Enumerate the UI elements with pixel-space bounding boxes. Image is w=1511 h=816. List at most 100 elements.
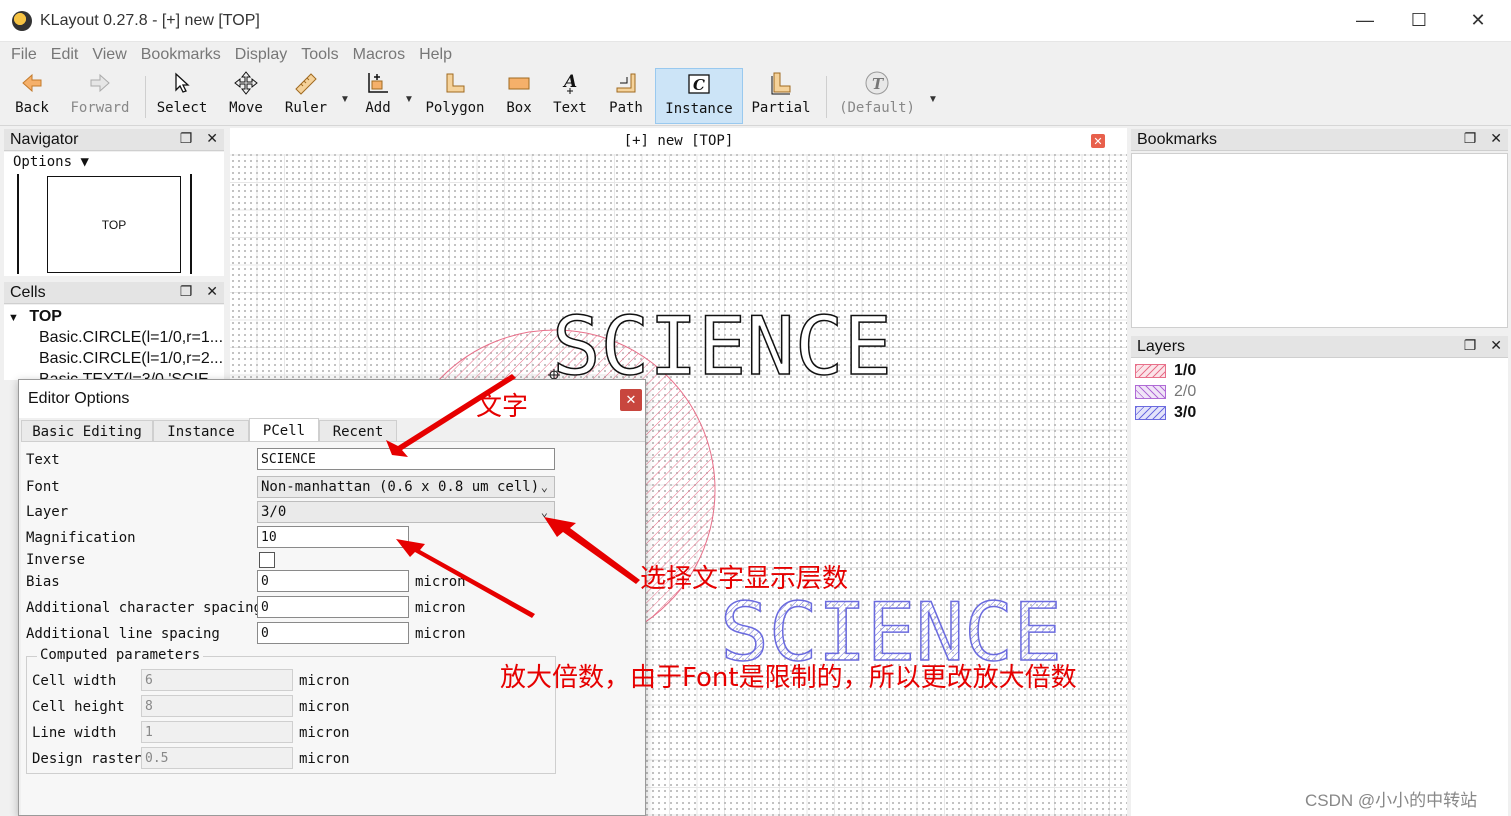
float-icon[interactable]: ❐ bbox=[180, 283, 193, 300]
polygon-icon bbox=[443, 68, 467, 98]
layer-label: 3/0 bbox=[1174, 404, 1197, 421]
tree-item-label: TOP bbox=[29, 308, 62, 325]
minimize-icon[interactable]: — bbox=[1353, 8, 1377, 32]
back-button[interactable]: Back bbox=[8, 68, 56, 124]
instance-button[interactable]: C Instance bbox=[655, 68, 743, 124]
menu-display[interactable]: Display bbox=[235, 46, 287, 64]
box-button[interactable]: Box bbox=[500, 68, 538, 124]
navigator-frame-right bbox=[190, 174, 192, 274]
layer-swatch bbox=[1135, 406, 1166, 420]
partial-button[interactable]: Partial bbox=[752, 68, 811, 124]
layer-swatch bbox=[1135, 385, 1166, 399]
tree-item-top[interactable]: ▼ TOP bbox=[8, 308, 62, 326]
ruler-label: Ruler bbox=[284, 100, 328, 116]
forward-button[interactable]: Forward bbox=[68, 68, 132, 124]
window-title: KLayout 0.27.8 - [+] new [TOP] bbox=[40, 11, 260, 29]
menu-bar: File Edit View Bookmarks Display Tools M… bbox=[0, 42, 1511, 68]
back-label: Back bbox=[15, 100, 49, 116]
menu-file[interactable]: File bbox=[11, 46, 37, 64]
dock-close-icon[interactable]: ✕ bbox=[206, 130, 218, 147]
klayout-logo-icon bbox=[12, 10, 32, 31]
polygon-button[interactable]: Polygon bbox=[422, 68, 488, 124]
menu-view[interactable]: View bbox=[92, 46, 126, 64]
computed-parameters-title: Computed parameters bbox=[37, 647, 204, 663]
dialog-title-bar: Editor Options ✕ bbox=[19, 380, 645, 418]
maximize-icon[interactable]: ☐ bbox=[1407, 8, 1431, 32]
move-arrows-icon bbox=[234, 68, 258, 98]
navigator-header: Navigator ❐ ✕ bbox=[4, 129, 224, 151]
menu-tools[interactable]: Tools bbox=[301, 46, 338, 64]
select-button[interactable]: Select bbox=[154, 68, 210, 124]
cell-height-label: Cell height bbox=[32, 699, 125, 715]
bias-field[interactable]: 0 bbox=[257, 570, 409, 592]
partial-icon bbox=[769, 68, 793, 98]
annotation-mag-note: 放大倍数，由于Font是限制的，所以更改放大倍数 bbox=[500, 663, 1077, 693]
instance-label: Instance bbox=[665, 101, 733, 117]
svg-text:C: C bbox=[693, 76, 705, 94]
tab-pcell[interactable]: PCell bbox=[249, 418, 319, 442]
magnification-field[interactable]: 10 bbox=[257, 526, 409, 548]
move-label: Move bbox=[229, 100, 263, 116]
tree-item[interactable]: Basic.CIRCLE(l=1/0,r=1... bbox=[39, 329, 223, 347]
default-text-icon: T bbox=[864, 68, 890, 98]
menu-edit[interactable]: Edit bbox=[51, 46, 79, 64]
add-layer-icon bbox=[366, 68, 390, 98]
line-width-label: Line width bbox=[32, 725, 117, 741]
tab-recent[interactable]: Recent bbox=[319, 420, 397, 442]
default-dropdown-icon[interactable]: ▼ bbox=[928, 94, 938, 105]
layer-item-3-0[interactable]: 3/0 bbox=[1135, 404, 1196, 422]
tree-item[interactable]: Basic.CIRCLE(l=1/0,r=2... bbox=[39, 350, 223, 368]
bookmarks-title: Bookmarks bbox=[1137, 130, 1218, 148]
layer-item-2-0[interactable]: 2/0 bbox=[1135, 383, 1196, 401]
text-label: Text bbox=[553, 100, 587, 116]
dock-close-icon[interactable]: ✕ bbox=[1490, 337, 1502, 354]
tab-basic-editing[interactable]: Basic Editing bbox=[21, 420, 153, 442]
close-icon[interactable]: ✕ bbox=[1466, 8, 1490, 32]
menu-help[interactable]: Help bbox=[419, 46, 452, 64]
float-icon[interactable]: ❐ bbox=[1464, 130, 1477, 147]
ruler-icon bbox=[293, 68, 319, 98]
cells-tree: ▼ TOP Basic.CIRCLE(l=1/0,r=1... Basic.CI… bbox=[4, 305, 224, 380]
menu-macros[interactable]: Macros bbox=[353, 46, 405, 64]
menu-bookmarks[interactable]: Bookmarks bbox=[141, 46, 221, 64]
line-spacing-label: Additional line spacing bbox=[26, 626, 220, 642]
tab-instance[interactable]: Instance bbox=[153, 420, 249, 442]
line-width-field: 1 bbox=[141, 721, 293, 743]
toolbar: Back Forward Select Move Ruler ▼ Add ▼ P… bbox=[0, 68, 1511, 126]
ruler-dropdown-icon[interactable]: ▼ bbox=[340, 94, 350, 105]
dock-close-icon[interactable]: ✕ bbox=[1490, 130, 1502, 147]
layer-select[interactable]: 3/0 ⌄ bbox=[257, 501, 555, 523]
layer-select-value: 3/0 bbox=[261, 504, 287, 520]
svg-text:T: T bbox=[872, 75, 885, 93]
dock-close-icon[interactable]: ✕ bbox=[206, 283, 218, 300]
text-field-label: Text bbox=[26, 452, 60, 468]
title-bar: KLayout 0.27.8 - [+] new [TOP] — ☐ ✕ bbox=[0, 0, 1511, 42]
add-button[interactable]: Add bbox=[356, 68, 400, 124]
text-field[interactable]: SCIENCE bbox=[257, 448, 555, 470]
ruler-button[interactable]: Ruler bbox=[282, 68, 330, 124]
path-button[interactable]: Path bbox=[604, 68, 648, 124]
tree-expand-icon[interactable]: ▼ bbox=[8, 312, 19, 324]
dialog-close-icon[interactable]: ✕ bbox=[620, 389, 642, 411]
bias-label: Bias bbox=[26, 574, 60, 590]
line-spacing-unit: micron bbox=[415, 626, 466, 642]
design-raster-field: 0.5 bbox=[141, 747, 293, 769]
layer-item-1-0[interactable]: 1/0 bbox=[1135, 362, 1196, 380]
inverse-checkbox[interactable] bbox=[259, 552, 275, 568]
bookmarks-list[interactable] bbox=[1131, 153, 1508, 328]
char-spacing-field[interactable]: 0 bbox=[257, 596, 409, 618]
back-arrow-icon bbox=[21, 68, 43, 98]
navigator-options[interactable]: Options ▼ bbox=[13, 154, 89, 170]
polygon-label: Polygon bbox=[425, 100, 485, 116]
font-select[interactable]: Non-manhattan (0.6 x 0.8 um cell) ⌄ bbox=[257, 476, 555, 498]
navigator-panel[interactable]: Options ▼ TOP bbox=[4, 152, 224, 276]
add-dropdown-icon[interactable]: ▼ bbox=[404, 94, 414, 105]
float-icon[interactable]: ❐ bbox=[1464, 337, 1477, 354]
text-button[interactable]: A Text bbox=[550, 68, 590, 124]
move-button[interactable]: Move bbox=[222, 68, 270, 124]
float-icon[interactable]: ❐ bbox=[180, 130, 193, 147]
box-label: Box bbox=[506, 100, 532, 116]
line-spacing-field[interactable]: 0 bbox=[257, 622, 409, 644]
cell-height-unit: micron bbox=[299, 699, 350, 715]
default-button[interactable]: T (Default) bbox=[838, 68, 916, 124]
